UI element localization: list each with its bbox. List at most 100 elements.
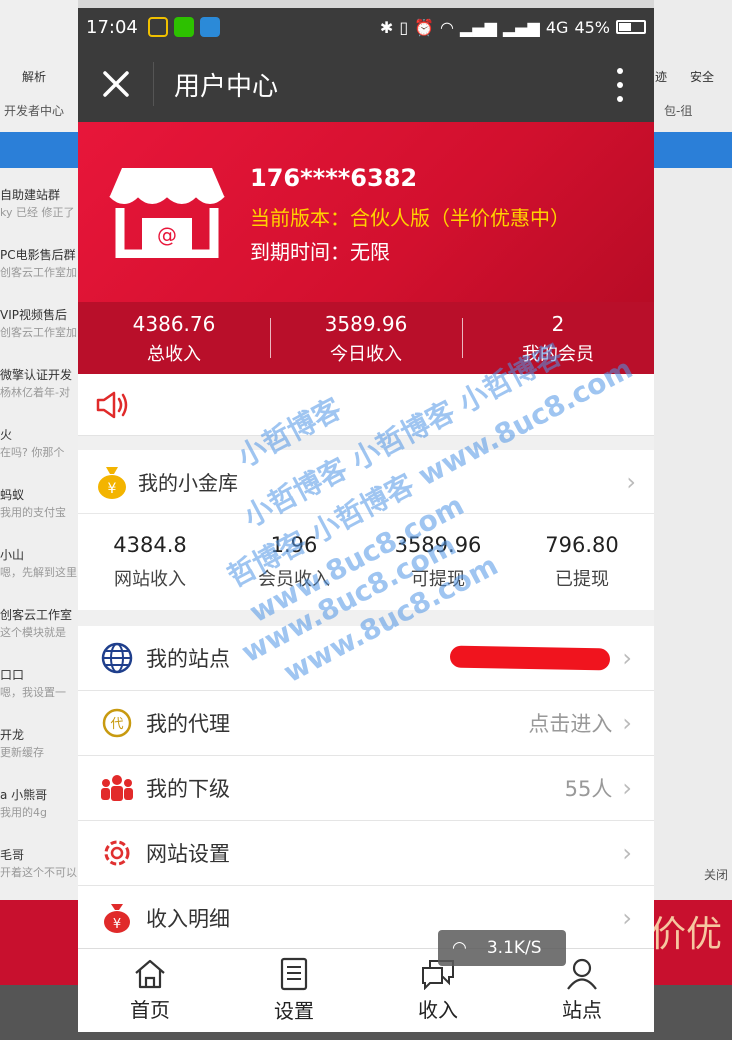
vault-title: 我的小金库 [138,471,238,495]
chevron-right-icon: › [622,709,632,737]
user-hero: @ 176****6382 当前版本：合伙人版（半价优惠中） 到期时间：无限 [78,122,654,302]
vault-stats: 4384.8 网站收入 1.96 会员收入 3589.96 可提现 796.80… [78,514,654,610]
chat-title[interactable]: 火 [0,426,12,443]
more-dot-icon [617,82,623,88]
vault-stat-withdrawn[interactable]: 796.80 已提现 [510,533,654,591]
menu-label: 我的代理 [146,712,230,736]
chat-preview: 创客云工作室加 [0,326,77,339]
chat-preview: 杨林亿着年-对 [0,386,70,399]
battery-percent: 45% [574,17,610,37]
wifi-icon: ◠ [440,17,455,37]
user-phone: 176****6382 [250,164,418,192]
bookmark-item[interactable]: 解析 [22,68,46,85]
chat-title[interactable]: VIP视频售后 [0,306,67,323]
menu-item-site-settings[interactable]: 网站设置 › [78,821,654,886]
chat-title[interactable]: 口口 [0,666,24,683]
page-title: 用户中心 [174,71,279,102]
svg-text:¥: ¥ [113,917,121,932]
money-bag-icon: ¥ [100,901,134,935]
stat-today-income[interactable]: 3589.96 今日收入 [270,302,462,374]
signal-icon: ▂▄▆ [460,17,497,37]
more-dot-icon [617,96,623,102]
version-text: 当前版本：合伙人版（半价优惠中） [250,206,570,230]
chat-preview: 嗯，先解到这里 [0,566,77,579]
chevron-right-icon: › [622,839,632,867]
tab-settings[interactable]: 设置 [222,949,366,1032]
home-icon [135,959,165,989]
chat-title[interactable]: 创客云工作室 [0,606,72,623]
chat-preview: 开着这个不可以 [0,866,77,879]
phone-screen: 17:04 ✱ ▯ ⏰ ◠ ▂▄▆ ▂▄▆ 4G 45% 用户中心 @ 176*… [78,8,654,1032]
vibrate-icon: ▯ [399,17,409,37]
close-button[interactable] [78,62,154,106]
vault-stat-value: 1.96 [270,533,318,557]
chevron-right-icon: › [622,644,632,672]
chevron-right-icon: › [622,774,632,802]
menu-list: 我的站点 › 代 我的代理 点击进入 › 我的下级 55人 › 网站设置 › ¥… [78,626,654,951]
battery-icon [616,20,646,34]
background-close-button[interactable]: 关闭 [704,866,728,883]
chevron-right-icon: › [626,467,636,496]
chat-title[interactable]: 蚂蚁 [0,486,24,503]
menu-label: 我的站点 [146,647,230,671]
tab-home[interactable]: 首页 [78,949,222,1032]
tab-label: 收入 [418,998,458,1022]
svg-text:代: 代 [110,717,123,732]
bookmark-item[interactable]: 迹 [655,68,667,85]
chat-title[interactable]: PC电影售后群 [0,246,76,263]
stat-value: 3589.96 [324,312,408,336]
chat-preview: 创客云工作室加 [0,266,77,279]
stat-value: 4386.76 [132,312,216,336]
menu-item-my-agent[interactable]: 代 我的代理 点击进入 › [78,691,654,756]
menu-label: 我的下级 [146,777,230,801]
menu-item-my-sites[interactable]: 我的站点 › [78,626,654,691]
close-icon [102,71,129,97]
chat-title[interactable]: 微擎认证开发 [0,366,72,383]
menu-item-income-details[interactable]: ¥ 收入明细 › [78,886,654,951]
vault-stat-withdrawable[interactable]: 3589.96 可提现 [366,533,510,591]
stat-label: 总收入 [147,344,201,365]
notice-bar[interactable] [78,374,654,436]
browser-tab[interactable]: 开发者中心 [4,102,64,119]
chat-title[interactable]: a 小熊哥 [0,786,47,803]
vault-stat-label: 已提现 [555,569,609,590]
chat-title[interactable]: 开龙 [0,726,24,743]
expire-text: 到期时间：无限 [250,240,390,264]
alarm-icon: ⏰ [414,17,435,37]
chat-preview: 我用的支付宝 [0,506,66,519]
more-menu-button[interactable] [616,68,624,102]
stat-total-income[interactable]: 4386.76 总收入 [78,302,270,374]
menu-label: 网站设置 [146,842,230,866]
globe-icon [100,641,134,675]
network-type: 4G [545,17,569,37]
gear-icon [100,836,134,870]
money-bag-icon: ¥ [98,466,126,499]
vault-header[interactable]: ¥ 我的小金库 › [78,450,654,514]
stat-members[interactable]: 2 我的会员 [462,302,654,374]
chat-preview: ky 已经 修正了 [0,206,75,219]
bookmark-item[interactable]: 安全 [690,68,714,85]
chat-title[interactable]: 自助建站群 [0,186,60,203]
chat-title[interactable]: 小山 [0,546,24,563]
vault-stat-label: 可提现 [411,569,465,590]
browser-tab[interactable]: 包-徂 [664,102,692,119]
vault-stat-value: 4384.8 [113,533,187,557]
menu-item-my-subordinates[interactable]: 我的下级 55人 › [78,756,654,821]
chat-title[interactable]: 毛哥 [0,846,24,863]
vault-stat-value: 796.80 [545,533,619,557]
vault-stat-label: 网站收入 [114,569,186,590]
shop-icon: @ [109,168,225,258]
tab-label: 设置 [274,999,314,1023]
vault-stat-site-income[interactable]: 4384.8 网站收入 [78,533,222,591]
chat-preview: 这个模块就是 [0,626,66,639]
tab-label: 站点 [562,998,602,1022]
title-bar: 用户中心 [78,46,654,122]
speaker-icon [96,391,128,418]
menu-label: 收入明细 [146,907,230,931]
chat-preview: 我用的4g [0,806,47,819]
lock-notification-icon [147,17,168,37]
chat-preview: 更新缓存 [0,746,44,759]
vault-stat-member-income[interactable]: 1.96 会员收入 [222,533,366,591]
more-dot-icon [617,68,623,74]
svg-text:@: @ [157,223,177,247]
